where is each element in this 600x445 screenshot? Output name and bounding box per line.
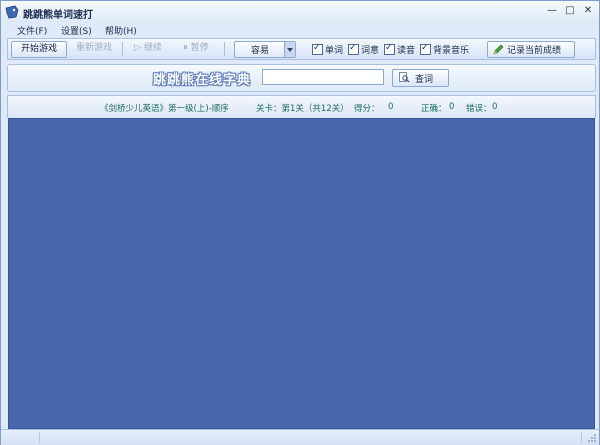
- menu-help[interactable]: 帮助(H): [105, 24, 137, 37]
- difficulty-value: 容易: [251, 46, 270, 56]
- correct-label: 正确：: [421, 104, 447, 114]
- wrong-value: 0: [492, 102, 498, 112]
- pause-icon: ⏸: [183, 43, 191, 53]
- pause-button[interactable]: ⏸ 暂停: [176, 41, 216, 56]
- game-info-bar: 《剑桥少儿英语》第一级(上)-顺序 关卡：第1关（共12关） 得分： 0 正确：…: [7, 95, 596, 118]
- bgm-checkbox-label: 背景音乐: [433, 46, 470, 56]
- status-cell: [3, 432, 40, 443]
- record-score-label: 记录当前成绩: [507, 46, 562, 56]
- toolbar-separator: [224, 42, 225, 56]
- maximize-icon[interactable]: □: [563, 5, 577, 18]
- checkbox-checked-icon: [420, 43, 431, 55]
- pause-label: 暂停: [190, 43, 209, 53]
- toolbar-separator: [122, 42, 123, 56]
- menu-file[interactable]: 文件(F): [17, 24, 47, 37]
- pronunciation-checkbox-label: 读音: [397, 46, 416, 56]
- status-cell: [41, 432, 582, 443]
- game-canvas[interactable]: [8, 118, 595, 429]
- window-title: 跳跳熊单词速打: [23, 10, 93, 21]
- meaning-checkbox[interactable]: 词意: [348, 43, 380, 56]
- score-label: 得分：: [354, 104, 380, 114]
- record-score-button[interactable]: 记录当前成绩: [487, 41, 575, 58]
- toolbar: 开始游戏 重新游戏 ▷ 继续 ⏸ 暂停 容易 单词 词意 读音 背景音乐: [7, 38, 596, 60]
- restart-game-button[interactable]: 重新游戏: [69, 41, 119, 56]
- close-icon[interactable]: ✕: [581, 5, 595, 18]
- minimize-icon[interactable]: —: [545, 5, 559, 18]
- query-label: 查词: [415, 75, 434, 85]
- continue-label: 继续: [143, 43, 162, 53]
- word-checkbox[interactable]: 单词: [312, 43, 344, 56]
- pencil-icon: [493, 44, 504, 55]
- word-book-name: 《剑桥少儿英语》第一级(上)-顺序: [100, 104, 229, 114]
- word-checkbox-label: 单词: [325, 46, 344, 56]
- correct-value: 0: [449, 102, 455, 112]
- menu-bar: 文件(F) 设置(S) 帮助(H): [1, 23, 599, 37]
- title-bar[interactable]: 跳跳熊单词速打 — □ ✕: [1, 1, 599, 23]
- dictionary-title: 跳跳熊在线字典: [153, 73, 252, 88]
- continue-button[interactable]: ▷ 继续: [128, 41, 168, 56]
- menu-settings[interactable]: 设置(S): [61, 24, 92, 37]
- meaning-checkbox-label: 词意: [361, 46, 380, 56]
- query-button[interactable]: 查词: [392, 69, 449, 87]
- pronunciation-checkbox[interactable]: 读音: [384, 43, 416, 56]
- app-window: 跳跳熊单词速打 — □ ✕ 文件(F) 设置(S) 帮助(H) 开始游戏 重新游…: [0, 0, 600, 445]
- play-icon: ▷: [134, 43, 144, 53]
- chevron-down-icon[interactable]: [284, 42, 295, 57]
- resize-grip-icon[interactable]: [587, 433, 597, 443]
- start-game-button[interactable]: 开始游戏: [11, 41, 67, 58]
- wrong-label: 错误：: [466, 104, 492, 114]
- checkbox-checked-icon: [348, 43, 359, 55]
- status-bar: [1, 429, 599, 445]
- score-value: 0: [388, 102, 394, 112]
- dictionary-bar: 跳跳熊在线字典 查词: [7, 64, 596, 92]
- checkbox-checked-icon: [312, 43, 323, 55]
- checkbox-checked-icon: [384, 43, 395, 55]
- bear-app-icon: [5, 5, 19, 19]
- bgm-checkbox[interactable]: 背景音乐: [420, 43, 470, 56]
- level-info: 关卡：第1关（共12关）: [256, 104, 349, 114]
- dictionary-search-input[interactable]: [262, 69, 384, 85]
- search-icon: [399, 72, 410, 83]
- difficulty-select[interactable]: 容易: [234, 41, 296, 58]
